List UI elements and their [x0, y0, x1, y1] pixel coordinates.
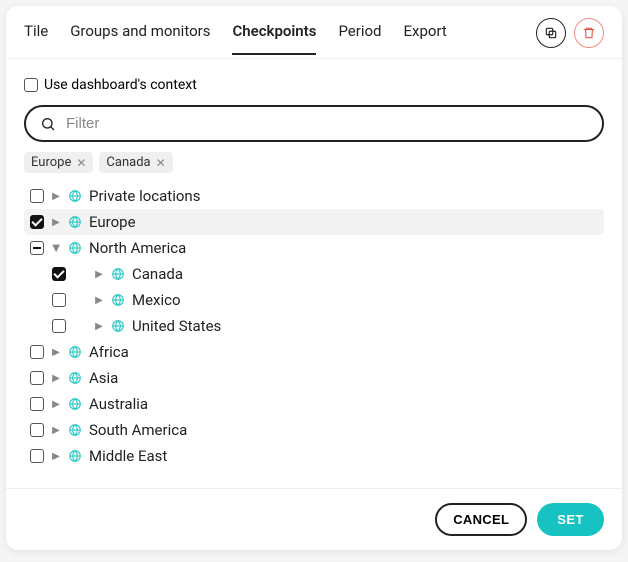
- chip-canada: Canada ✕: [99, 152, 172, 173]
- tree-checkbox[interactable]: [52, 293, 66, 307]
- chip-label: Canada: [106, 155, 150, 170]
- globe-icon: [111, 319, 125, 333]
- tree-label: United States: [132, 317, 221, 335]
- tree-row[interactable]: ▶ South America: [24, 417, 604, 443]
- tree-checkbox[interactable]: [30, 345, 44, 359]
- tree-label: Europe: [89, 213, 136, 231]
- tree-row[interactable]: ▶ Asia: [24, 365, 604, 391]
- chevron-right-icon[interactable]: ▶: [51, 399, 61, 410]
- chevron-right-icon[interactable]: ▶: [51, 347, 61, 358]
- set-button[interactable]: SET: [537, 503, 604, 536]
- globe-icon: [68, 215, 82, 229]
- tree-checkbox[interactable]: [30, 215, 44, 229]
- copy-icon: [544, 26, 558, 40]
- delete-button[interactable]: [574, 18, 604, 48]
- tree-checkbox[interactable]: [30, 449, 44, 463]
- tree-label: Mexico: [132, 291, 181, 309]
- copy-button[interactable]: [536, 18, 566, 48]
- globe-icon: [68, 449, 82, 463]
- tree-row[interactable]: ▶ Australia: [24, 391, 604, 417]
- tree-checkbox[interactable]: [30, 371, 44, 385]
- globe-icon: [68, 345, 82, 359]
- tree-row[interactable]: ▶ Africa: [24, 339, 604, 365]
- filter-field[interactable]: [24, 105, 604, 142]
- globe-icon: [68, 371, 82, 385]
- chevron-down-icon[interactable]: ▶: [51, 243, 62, 253]
- filter-chips: Europe ✕ Canada ✕: [24, 152, 604, 173]
- tabs: Tile Groups and monitors Checkpoints Per…: [24, 22, 536, 54]
- tree-label: Canada: [132, 265, 183, 283]
- chevron-right-icon[interactable]: ▶: [94, 269, 104, 280]
- tab-export[interactable]: Export: [404, 22, 447, 54]
- tree-row[interactable]: ▶ United States: [24, 313, 604, 339]
- tab-tile[interactable]: Tile: [24, 22, 48, 54]
- tree-row[interactable]: ▶ Mexico: [24, 287, 604, 313]
- chevron-right-icon[interactable]: ▶: [94, 321, 104, 332]
- tab-checkpoints[interactable]: Checkpoints: [232, 22, 316, 54]
- tree-label: Africa: [89, 343, 129, 361]
- chip-remove-icon[interactable]: ✕: [156, 156, 166, 170]
- globe-icon: [68, 189, 82, 203]
- chevron-right-icon[interactable]: ▶: [51, 217, 61, 228]
- use-context-row[interactable]: Use dashboard's context: [24, 77, 604, 93]
- globe-icon: [68, 397, 82, 411]
- tree-label: South America: [89, 421, 187, 439]
- panel-body: Use dashboard's context Europe ✕ Canada …: [6, 59, 622, 488]
- trash-icon: [582, 26, 596, 40]
- filter-input[interactable]: [66, 115, 588, 132]
- use-context-label: Use dashboard's context: [44, 77, 197, 93]
- tree-checkbox[interactable]: [30, 189, 44, 203]
- footer: CANCEL SET: [6, 488, 622, 550]
- chevron-right-icon[interactable]: ▶: [51, 451, 61, 462]
- tab-period[interactable]: Period: [338, 22, 381, 54]
- chevron-right-icon[interactable]: ▶: [51, 373, 61, 384]
- tree-label: Asia: [89, 369, 118, 387]
- tree-label: Private locations: [89, 187, 200, 205]
- tree-row[interactable]: ▶ Private locations: [24, 183, 604, 209]
- chip-label: Europe: [31, 155, 71, 170]
- globe-icon: [111, 293, 125, 307]
- tree-row[interactable]: ▶ Europe: [24, 209, 604, 235]
- cancel-button[interactable]: CANCEL: [435, 503, 527, 536]
- chevron-right-icon[interactable]: ▶: [51, 191, 61, 202]
- tab-groups-and-monitors[interactable]: Groups and monitors: [70, 22, 210, 54]
- chevron-right-icon[interactable]: ▶: [94, 295, 104, 306]
- globe-icon: [111, 267, 125, 281]
- tree-checkbox[interactable]: [30, 397, 44, 411]
- tree-label: Australia: [89, 395, 148, 413]
- tree-row[interactable]: ▶ North America: [24, 235, 604, 261]
- location-tree: ▶Private locations▶Europe▶North America▶…: [24, 183, 604, 469]
- tree-checkbox[interactable]: [52, 267, 66, 281]
- tree-label: Middle East: [89, 447, 167, 465]
- chevron-right-icon[interactable]: ▶: [51, 425, 61, 436]
- tree-label: North America: [89, 239, 186, 257]
- tree-checkbox[interactable]: [30, 241, 44, 255]
- use-context-checkbox[interactable]: [24, 78, 38, 92]
- tree-row[interactable]: ▶ Middle East: [24, 443, 604, 469]
- tabs-row: Tile Groups and monitors Checkpoints Per…: [6, 6, 622, 59]
- globe-icon: [68, 423, 82, 437]
- tree-checkbox[interactable]: [30, 423, 44, 437]
- tree-row[interactable]: ▶ Canada: [24, 261, 604, 287]
- chip-remove-icon[interactable]: ✕: [76, 156, 86, 170]
- globe-icon: [68, 241, 82, 255]
- tree-checkbox[interactable]: [52, 319, 66, 333]
- chip-europe: Europe ✕: [24, 152, 93, 173]
- header-actions: [536, 18, 604, 58]
- search-icon: [40, 116, 56, 132]
- settings-panel: Tile Groups and monitors Checkpoints Per…: [6, 6, 622, 550]
